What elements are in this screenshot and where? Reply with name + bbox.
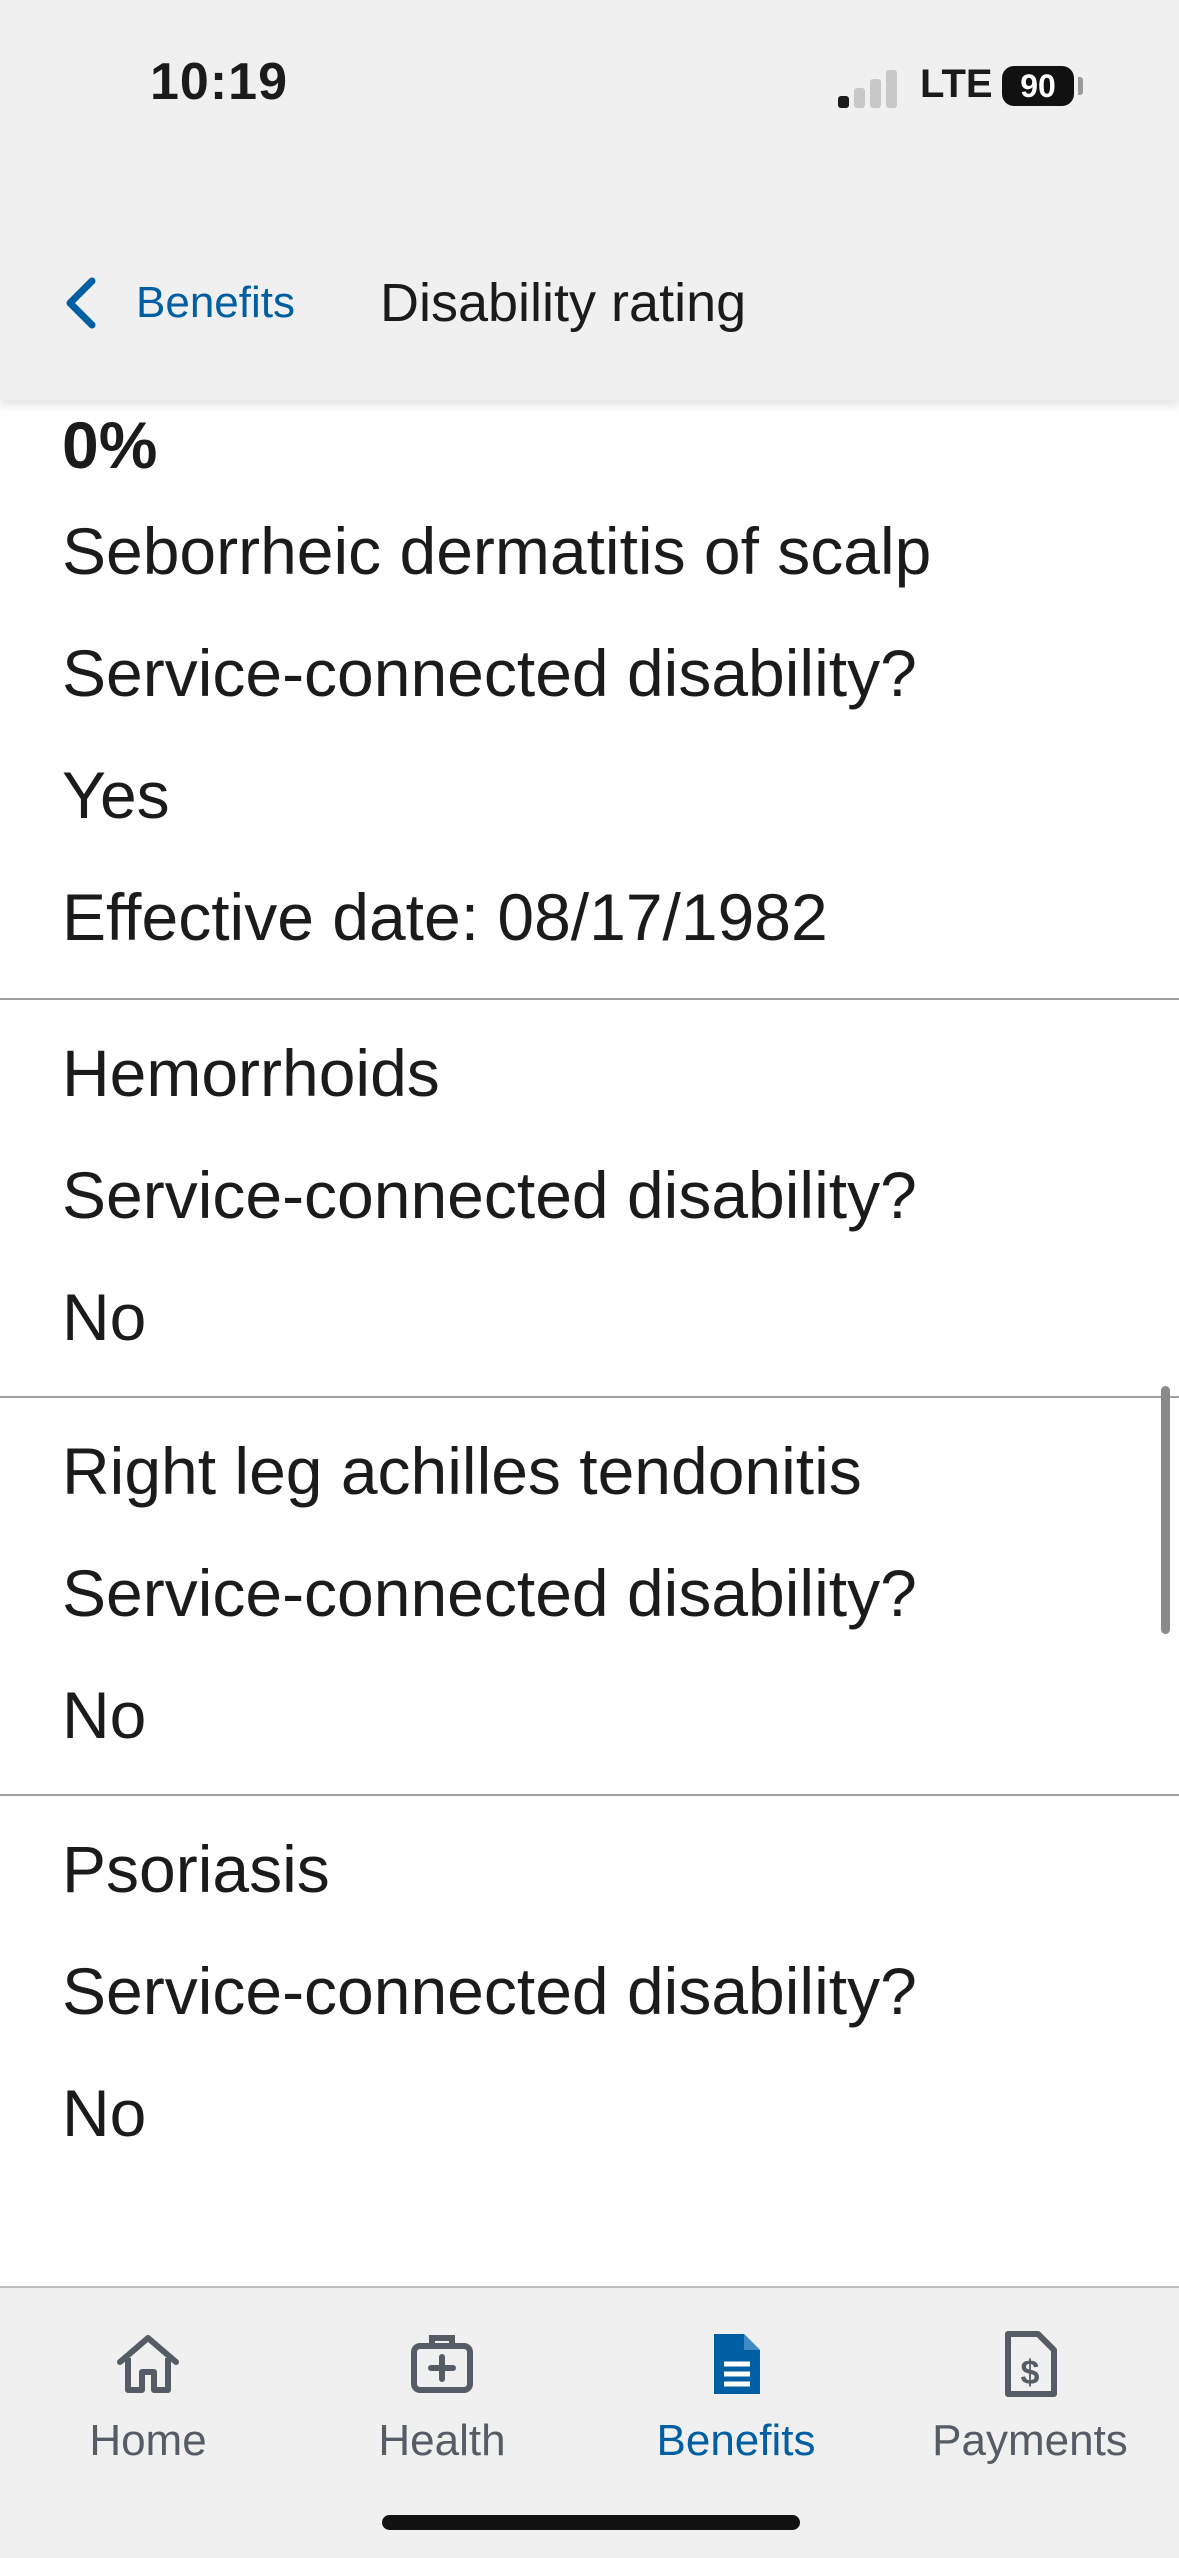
service-connected-answer: Yes	[62, 758, 170, 832]
home-indicator[interactable]	[382, 2515, 800, 2530]
tab-payments[interactable]: $ Payments	[910, 2328, 1150, 2466]
document-icon	[714, 2334, 760, 2394]
payment-document-icon: $	[1005, 2331, 1057, 2397]
tab-benefits[interactable]: Benefits	[616, 2328, 856, 2466]
medical-kit-icon	[411, 2335, 473, 2393]
top-header: 10:19 LTE 90 Benefits Disability rating	[0, 0, 1179, 400]
effective-date: Effective date: 08/17/1982	[62, 880, 828, 954]
tab-label: Home	[89, 2416, 207, 2465]
tab-label: Health	[378, 2416, 506, 2465]
tab-home[interactable]: Home	[28, 2328, 268, 2466]
page-title: Disability rating	[380, 273, 747, 333]
condition-name: Hemorrhoids	[62, 1036, 440, 1110]
service-connected-question: Service-connected disability?	[62, 1954, 917, 2028]
service-connected-answer: No	[62, 2076, 147, 2150]
back-label: Benefits	[136, 278, 295, 327]
service-connected-question: Service-connected disability?	[62, 636, 917, 710]
list-item: Psoriasis Service-connected disability? …	[0, 1796, 1179, 2174]
tab-health[interactable]: Health	[322, 2328, 562, 2466]
ratings-list[interactable]: 0% Seborrheic dermatitis of scalp Servic…	[0, 400, 1179, 2174]
service-connected-question: Service-connected disability?	[62, 1556, 917, 1630]
service-connected-answer: No	[62, 1280, 147, 1354]
service-connected-answer: No	[62, 1678, 147, 1752]
signal-icon	[838, 66, 898, 108]
status-time: 10:19	[150, 53, 288, 111]
service-connected-question: Service-connected disability?	[62, 1158, 917, 1232]
svg-text:$: $	[1021, 2354, 1040, 2392]
home-icon	[117, 2335, 179, 2393]
battery-icon: 90	[1002, 66, 1074, 106]
condition-name: Right leg achilles tendonitis	[62, 1434, 862, 1508]
tab-label: Benefits	[656, 2416, 816, 2465]
battery-tip	[1078, 77, 1083, 95]
tab-label: Payments	[932, 2416, 1128, 2465]
condition-name: Psoriasis	[62, 1832, 330, 1906]
list-item: Hemorrhoids Service-connected disability…	[0, 1000, 1179, 1398]
network-type: LTE	[920, 62, 993, 106]
condition-name: Seborrheic dermatitis of scalp	[62, 514, 932, 588]
list-item: Right leg achilles tendonitis Service-co…	[0, 1398, 1179, 1796]
scrollbar[interactable]	[1161, 1386, 1170, 1634]
chevron-left-icon	[66, 277, 96, 329]
list-item: 0% Seborrheic dermatitis of scalp Servic…	[0, 400, 1179, 1000]
rating-percent: 0%	[62, 408, 158, 482]
back-button[interactable]: Benefits	[60, 268, 295, 338]
